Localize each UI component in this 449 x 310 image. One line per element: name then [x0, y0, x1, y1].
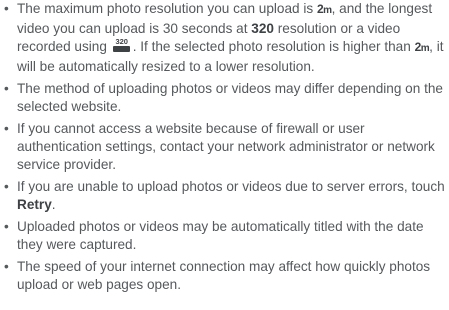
note-text: The speed of your internet connection ma… [17, 259, 431, 292]
bullet: • [4, 259, 9, 274]
note-text: The maximum photo resolution you can upl… [17, 1, 317, 16]
retry-label: Retry [17, 197, 52, 212]
resolution-320-label: 320 [251, 21, 274, 36]
resolution-2m-icon: 2m [316, 2, 332, 16]
note-item-auto-titles: • Uploaded photos or videos may be autom… [0, 218, 449, 254]
note-text: . If the selected photo resolution is hi… [132, 39, 415, 54]
note-text: Uploaded photos or videos may be automat… [17, 219, 424, 252]
bullet: • [4, 1, 9, 16]
bullet: • [4, 81, 9, 96]
note-text: The method of uploading photos or videos… [17, 81, 443, 114]
note-text: If you are unable to upload photos or vi… [17, 179, 445, 194]
note-item-upload-method: • The method of uploading photos or vide… [0, 80, 449, 116]
resolution-2m-icon: 2m [414, 40, 430, 54]
note-item-firewall: • If you cannot access a website because… [0, 120, 449, 174]
note-item-max-resolution: • The maximum photo resolution you can u… [0, 0, 449, 76]
bullet: • [4, 121, 9, 136]
note-item-connection-speed: • The speed of your internet connection … [0, 258, 449, 294]
bullet: • [4, 219, 9, 234]
bullet: • [4, 179, 9, 194]
note-text: If you cannot access a website because o… [17, 121, 435, 172]
notes-list: • The maximum photo resolution you can u… [0, 0, 449, 294]
note-text: . [51, 197, 56, 212]
video-320-resolution-icon: 320 [112, 37, 132, 53]
note-item-server-errors: • If you are unable to upload photos or … [0, 178, 449, 214]
